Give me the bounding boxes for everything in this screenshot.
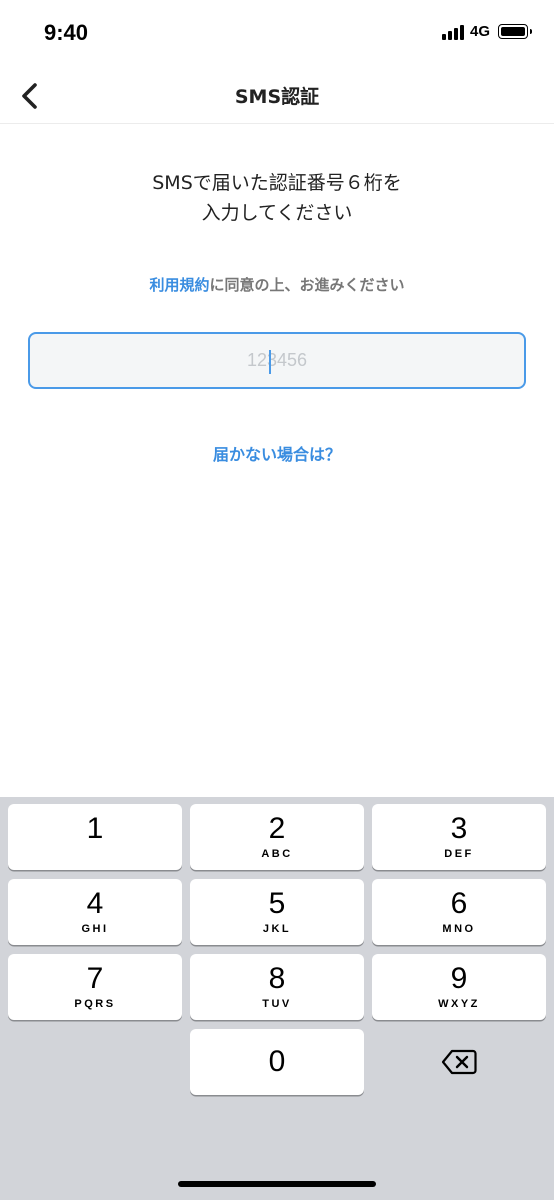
key-7[interactable]: 7 PQRS bbox=[8, 954, 182, 1020]
signal-icon bbox=[441, 24, 464, 40]
key-2[interactable]: 2 ABC bbox=[190, 804, 364, 870]
numeric-keypad: 1 2 ABC 3 DEF 4 GHI 5 JKL 6 MNO 7 PQRS 8 bbox=[0, 797, 554, 1200]
terms-notice-text: に同意の上、お進みください bbox=[209, 276, 405, 294]
key-digit: 2 bbox=[268, 811, 286, 845]
page-title: SMS認証 bbox=[234, 86, 320, 108]
verification-code-input[interactable] bbox=[30, 334, 524, 387]
network-label: 4G bbox=[469, 23, 490, 40]
backspace-icon bbox=[441, 1049, 477, 1075]
home-indicator bbox=[178, 1181, 376, 1187]
verification-code-field[interactable] bbox=[28, 332, 526, 389]
key-letters: GHI bbox=[81, 922, 109, 935]
status-bar: 9:40 4G bbox=[0, 0, 554, 68]
key-digit: 5 bbox=[268, 886, 286, 920]
key-digit: 7 bbox=[86, 961, 104, 995]
delete-button[interactable] bbox=[372, 1029, 546, 1095]
key-letters: JKL bbox=[262, 922, 292, 935]
key-digit: 6 bbox=[450, 886, 468, 920]
key-3[interactable]: 3 DEF bbox=[372, 804, 546, 870]
sms-verification-screen: 9:40 4G SMS認証 SMSで届いた認証番号６桁を 入力してください 利用… bbox=[0, 0, 554, 1200]
status-indicators: 4G bbox=[441, 23, 532, 40]
status-time: 9:40 bbox=[44, 20, 89, 45]
key-digit: 8 bbox=[268, 961, 286, 995]
battery-icon bbox=[498, 24, 532, 39]
instruction-text: SMSで届いた認証番号６桁を 入力してください bbox=[40, 168, 514, 228]
key-letters: ABC bbox=[261, 847, 293, 860]
key-1[interactable]: 1 bbox=[8, 804, 182, 870]
not-received-link[interactable]: 届かない場合は？ bbox=[0, 441, 554, 465]
key-letters: MNO bbox=[442, 922, 476, 935]
key-0[interactable]: 0 bbox=[190, 1029, 364, 1095]
instruction-line-2: 入力してください bbox=[201, 202, 353, 224]
key-digit: 3 bbox=[450, 811, 468, 845]
instruction-line-1: SMSで届いた認証番号６桁を bbox=[152, 172, 402, 194]
key-6[interactable]: 6 MNO bbox=[372, 879, 546, 945]
key-digit: 1 bbox=[86, 811, 104, 845]
key-letters: PQRS bbox=[74, 997, 116, 1010]
key-8[interactable]: 8 TUV bbox=[190, 954, 364, 1020]
key-digit: 9 bbox=[450, 961, 468, 995]
key-5[interactable]: 5 JKL bbox=[190, 879, 364, 945]
terms-notice: 利用規約に同意の上、お進みください bbox=[0, 274, 554, 295]
key-digit: 4 bbox=[86, 886, 104, 920]
terms-link[interactable]: 利用規約 bbox=[149, 276, 209, 294]
text-cursor bbox=[269, 350, 271, 374]
key-letters: WXYZ bbox=[438, 997, 480, 1010]
key-4[interactable]: 4 GHI bbox=[8, 879, 182, 945]
key-9[interactable]: 9 WXYZ bbox=[372, 954, 546, 1020]
key-digit: 0 bbox=[268, 1045, 286, 1078]
key-letters: TUV bbox=[262, 997, 292, 1010]
navigation-bar: SMS認証 bbox=[0, 68, 554, 124]
key-letters: DEF bbox=[444, 847, 474, 860]
